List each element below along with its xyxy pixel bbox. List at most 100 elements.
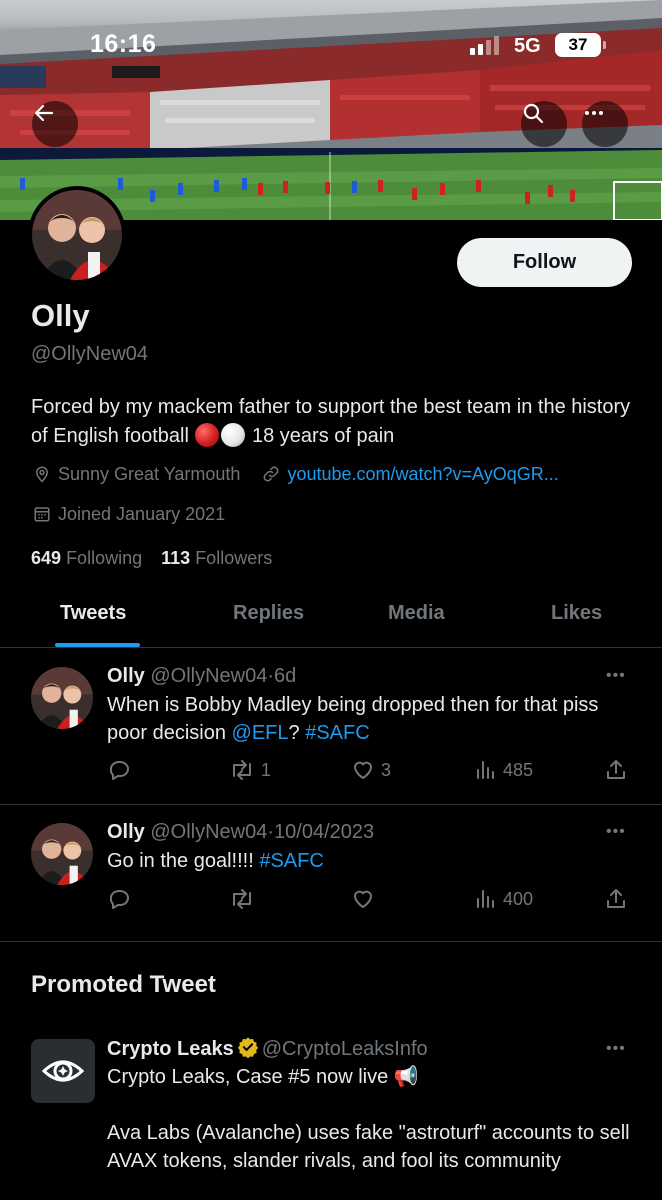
- arrow-left-icon: [34, 104, 54, 122]
- profile-joined-date: Joined January 2021: [58, 503, 226, 524]
- tweet-hashtag-link[interactable]: #SAFC: [305, 722, 369, 744]
- following-label: Following: [66, 548, 143, 568]
- tweet-author-avatar[interactable]: [31, 667, 93, 729]
- tweet-time[interactable]: 10/04/2023: [274, 821, 374, 843]
- retweet-count: 1: [261, 759, 272, 780]
- eye-logo-icon: [41, 1060, 85, 1082]
- views-button[interactable]: 400: [473, 887, 533, 911]
- profile-name: Olly: [31, 298, 90, 333]
- tweet-author-handle: @OllyNew04: [150, 821, 268, 843]
- promoted-tweet-text: Crypto Leaks, Case #5 now live 📢 Ava Lab…: [107, 1063, 647, 1200]
- profile-location: Sunny Great Yarmouth: [58, 463, 241, 484]
- profile-handle: @OllyNew04: [31, 343, 149, 365]
- tweet-hashtag-link[interactable]: #SAFC: [259, 850, 323, 872]
- heart-icon: [354, 761, 372, 779]
- status-time: 16:16: [90, 30, 157, 58]
- tweet-mention-link[interactable]: @EFL: [232, 722, 289, 744]
- reply-button[interactable]: [107, 758, 131, 782]
- follow-button[interactable]: Follow: [457, 238, 632, 287]
- location-pin-icon: [31, 463, 53, 485]
- tweet-actions: 1 3 485: [107, 758, 637, 786]
- tweet-more-icon[interactable]: •••: [606, 823, 626, 841]
- search-button[interactable]: [521, 101, 567, 147]
- share-button[interactable]: [604, 887, 628, 911]
- reply-icon: [109, 890, 129, 909]
- tweet-item[interactable]: Olly @OllyNew04·6d ••• When is Bobby Mad…: [0, 649, 662, 805]
- profile-website-link[interactable]: youtube.com/watch?v=AyOqGR...: [287, 464, 558, 485]
- views-bar-icon: [477, 761, 494, 779]
- promoted-author-name[interactable]: Crypto Leaks: [107, 1038, 234, 1060]
- search-icon: [523, 103, 544, 124]
- profile-stats: 649 Following 113 Followers: [31, 548, 272, 569]
- like-button[interactable]: 3: [351, 758, 391, 782]
- tweet-text: When is Bobby Madley being dropped then …: [107, 691, 637, 747]
- views-count: 485: [503, 759, 534, 780]
- profile-meta-row: Sunny Great Yarmouth youtube.com/watch?v…: [31, 463, 559, 485]
- share-icon: [607, 760, 625, 779]
- followers-count: 113: [161, 548, 191, 568]
- profile-joined-row: Joined January 2021: [31, 503, 225, 525]
- tweet-author-name[interactable]: Olly: [107, 821, 145, 843]
- gold-verified-badge-icon: [237, 1037, 258, 1058]
- tweet-time[interactable]: 6d: [274, 665, 296, 687]
- back-button[interactable]: [32, 101, 78, 147]
- tab-tweets[interactable]: Tweets: [60, 602, 126, 625]
- tab-replies[interactable]: Replies: [233, 602, 304, 625]
- tweet-item[interactable]: Olly @OllyNew04·10/04/2023 ••• Go in the…: [0, 805, 662, 942]
- tab-media[interactable]: Media: [388, 602, 445, 625]
- views-count: 400: [503, 888, 534, 909]
- tweet-actions: 400: [107, 887, 637, 915]
- profile-avatar[interactable]: [28, 186, 126, 284]
- share-button[interactable]: [604, 758, 628, 782]
- link-icon: [260, 463, 282, 485]
- like-count: 3: [381, 759, 392, 780]
- bio-text-end: 18 years of pain: [246, 425, 395, 447]
- retweet-icon: [233, 889, 251, 909]
- tweet-author-avatar[interactable]: [31, 823, 93, 885]
- promoted-text-line1: Crypto Leaks, Case #5 now live 📢: [107, 1066, 419, 1088]
- promoted-author-avatar[interactable]: [31, 1039, 95, 1103]
- reply-button[interactable]: [107, 887, 131, 911]
- more-horizontal-icon: [585, 111, 603, 115]
- views-bar-icon: [477, 890, 494, 908]
- tweet-text: Go in the goal!!!! #SAFC: [107, 847, 637, 875]
- calendar-icon: [31, 503, 53, 525]
- views-button[interactable]: 485: [473, 758, 533, 782]
- following-link[interactable]: 649 Following: [31, 548, 142, 568]
- tab-likes[interactable]: Likes: [551, 602, 602, 625]
- tweet-author-name[interactable]: Olly: [107, 665, 145, 687]
- promoted-more-icon[interactable]: •••: [606, 1040, 626, 1058]
- tweet-text-body: Go in the goal!!!!: [107, 850, 260, 872]
- retweet-button[interactable]: 1: [229, 758, 271, 782]
- tweet-author-handle: @OllyNew04: [150, 665, 268, 687]
- profile-bio: Forced by my mackem father to support th…: [31, 393, 641, 451]
- red-circle-emoji-icon: [195, 423, 220, 447]
- avatar-photo: [31, 823, 93, 885]
- battery-icon: 37: [555, 33, 606, 57]
- promoted-section-title: Promoted Tweet: [31, 971, 216, 998]
- tweet-text-punct: ?: [288, 722, 306, 744]
- share-icon: [607, 889, 625, 908]
- active-tab-indicator: [55, 643, 140, 647]
- avatar-photo: [32, 190, 122, 280]
- white-circle-emoji-icon: [221, 423, 246, 447]
- tweet-header: Olly @OllyNew04·10/04/2023: [107, 821, 374, 844]
- promoted-text-line2: Ava Labs (Avalanche) uses fake "astrotur…: [107, 1122, 630, 1172]
- promoted-author-handle: @CryptoLeaksInfo: [261, 1038, 428, 1060]
- reply-icon: [109, 761, 129, 780]
- tweet-header: Olly @OllyNew04·6d: [107, 665, 296, 688]
- followers-label: Followers: [195, 548, 273, 568]
- like-button[interactable]: [351, 887, 375, 911]
- profile-banner[interactable]: 16:16 5G 37: [0, 0, 662, 220]
- tweet-more-icon[interactable]: •••: [606, 667, 626, 685]
- avatar-photo: [31, 667, 93, 729]
- followers-link[interactable]: 113 Followers: [161, 548, 272, 568]
- retweet-button[interactable]: [229, 887, 255, 911]
- more-options-button[interactable]: [582, 101, 628, 147]
- retweet-icon: [233, 760, 251, 780]
- profile-tabs: Tweets Replies Media Likes: [0, 596, 662, 648]
- promoted-tweet-header: Crypto Leaks @CryptoLeaksInfo: [107, 1036, 428, 1061]
- network-type: 5G: [514, 35, 541, 57]
- status-bar: 16:16 5G 37: [0, 0, 662, 92]
- following-count: 649: [31, 548, 62, 568]
